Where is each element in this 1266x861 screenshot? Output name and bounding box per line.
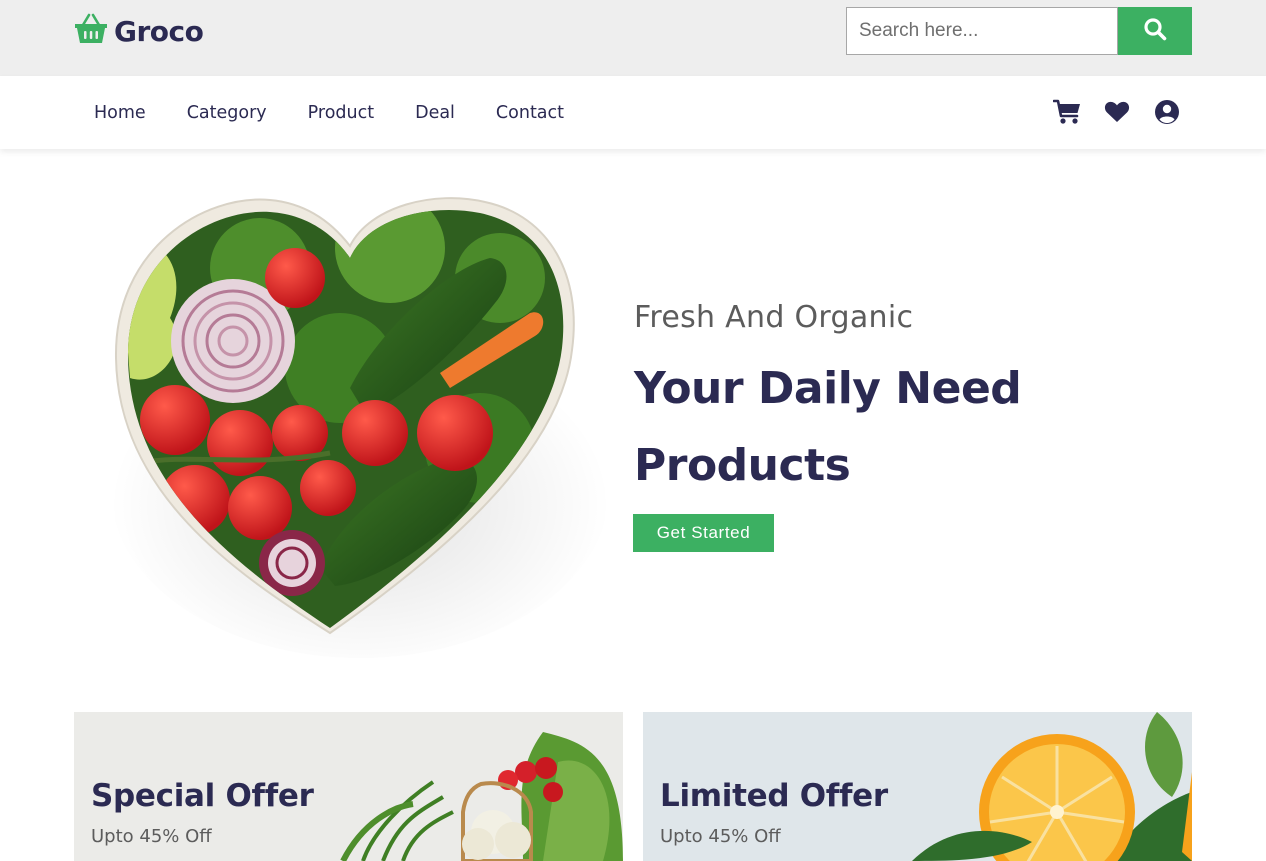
nav-link-category[interactable]: Category (187, 103, 267, 123)
offer-subtitle: Upto 45% Off (91, 826, 212, 847)
offer-card-limited[interactable]: Limited Offer Upto 45% Off (643, 712, 1192, 861)
search-button[interactable] (1118, 7, 1192, 55)
hero-title-line-1: Your Daily Need (634, 363, 1022, 414)
brand-name: Groco (114, 14, 204, 48)
search-icon (1143, 17, 1167, 45)
nav-links: Home Category Product Deal Contact (94, 76, 605, 149)
nav-link-product[interactable]: Product (308, 103, 374, 123)
hero-image-heart-vegetables (100, 188, 620, 658)
get-started-button[interactable]: Get Started (633, 514, 774, 552)
nav-link-home[interactable]: Home (94, 103, 146, 123)
hero-subtitle: Fresh And Organic (634, 300, 914, 335)
search-input[interactable] (846, 7, 1118, 55)
offer-title: Limited Offer (660, 778, 888, 814)
offer-subtitle: Upto 45% Off (660, 826, 781, 847)
top-bar: Groco (0, 0, 1266, 76)
hero-title: Your Daily Need Products (634, 350, 1154, 504)
brand-logo[interactable]: Groco (74, 13, 204, 49)
offer-card-special[interactable]: Special Offer Upto 45% Off (74, 712, 623, 861)
offer-image-vegetables (303, 712, 623, 861)
nav-link-deal[interactable]: Deal (415, 103, 455, 123)
nav-link-contact[interactable]: Contact (496, 103, 564, 123)
user-circle-icon[interactable] (1153, 98, 1181, 126)
offer-image-orange (872, 712, 1192, 861)
nav-icons (1053, 98, 1181, 126)
hero-title-line-2: Products (634, 440, 851, 491)
main-navigation: Home Category Product Deal Contact (0, 76, 1266, 149)
basket-icon (74, 13, 108, 49)
search-bar (846, 7, 1192, 55)
offer-title: Special Offer (91, 778, 314, 814)
cart-icon[interactable] (1053, 98, 1081, 126)
heart-icon[interactable] (1103, 98, 1131, 126)
